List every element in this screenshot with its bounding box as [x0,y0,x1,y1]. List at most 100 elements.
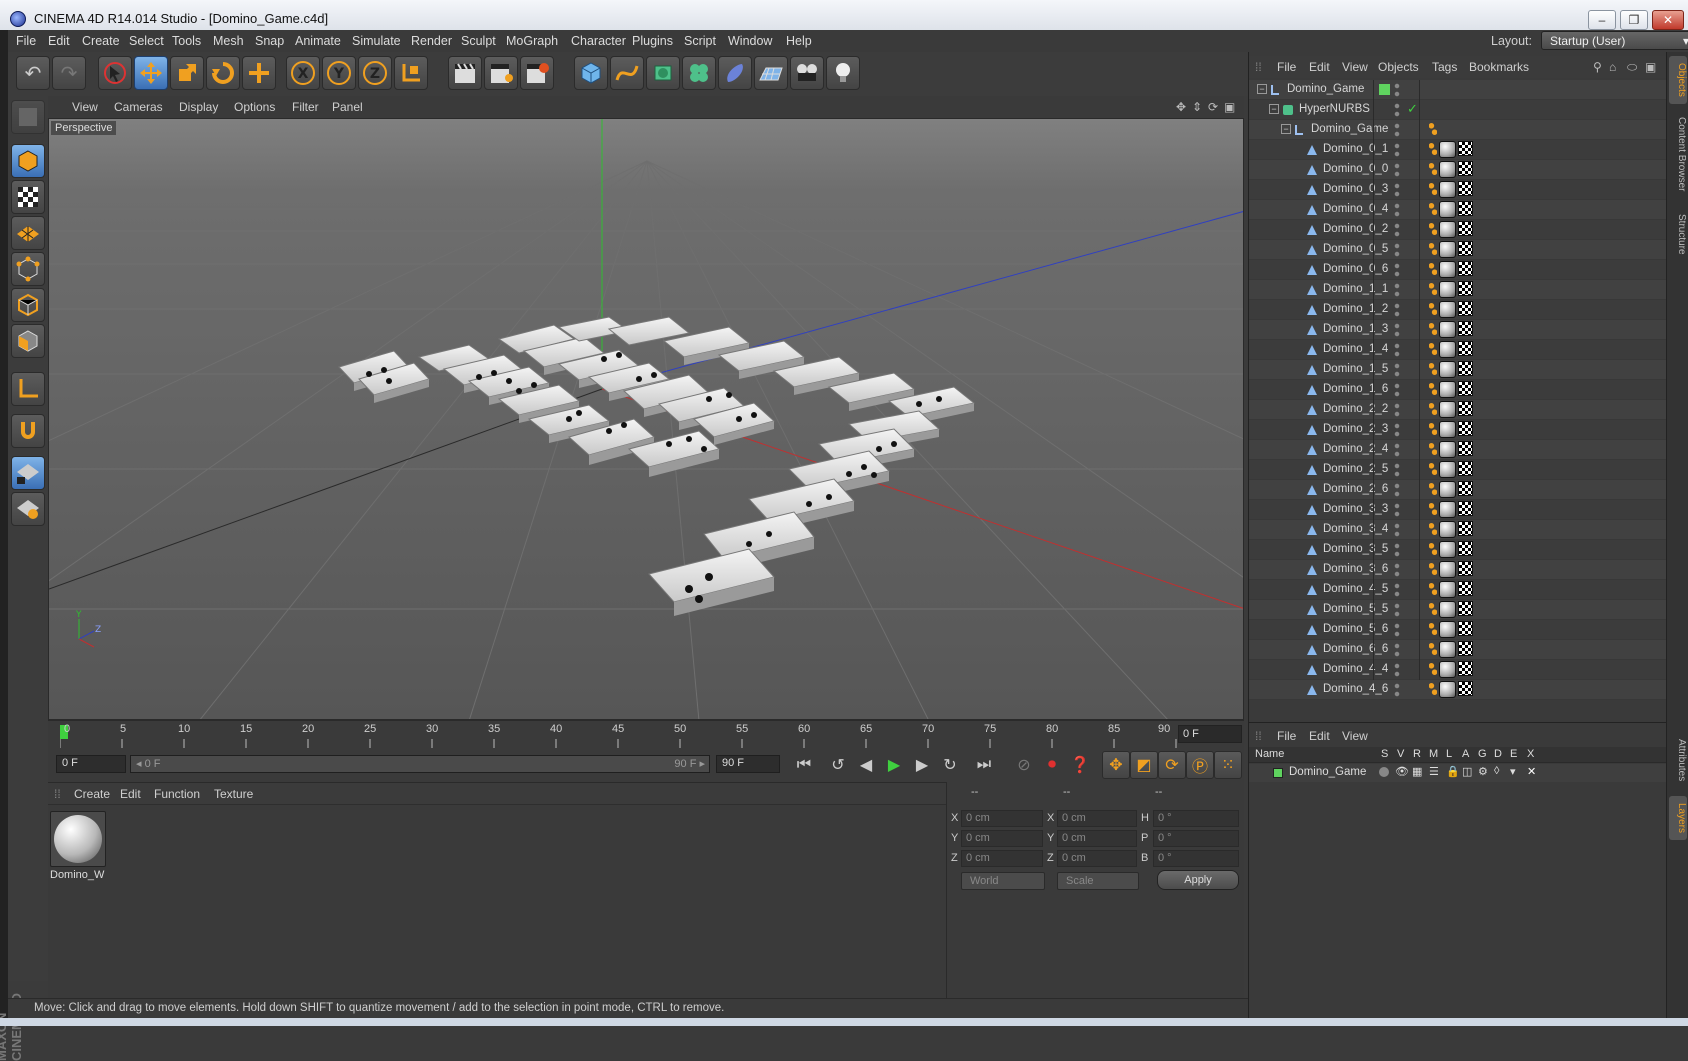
object-name[interactable]: Domino_6_6 [1323,643,1388,655]
material-tag-icon[interactable] [1439,621,1456,638]
object-name[interactable]: Domino_2_4 [1323,443,1388,455]
material-tag-icon[interactable] [1439,261,1456,278]
object-row[interactable]: Domino_4_4 [1249,660,1667,680]
object-row[interactable]: Domino_2_6 [1249,480,1667,500]
material-menu-edit[interactable]: Edit [120,787,141,801]
phong-tag-icon[interactable] [1429,681,1437,697]
material-tag-icon[interactable] [1439,441,1456,458]
tab-content-browser[interactable]: Content Browser [1669,108,1687,200]
move-tool-button[interactable] [134,56,168,90]
phong-tag-icon[interactable] [1429,641,1437,657]
layer-col-e[interactable]: E [1510,748,1517,760]
menu-window[interactable]: Window [728,34,772,48]
uvw-tag-icon[interactable] [1458,641,1473,656]
visibility-dots-icon[interactable] [1393,122,1401,138]
add-tool-button[interactable] [242,56,276,90]
object-row[interactable]: Domino_3_6 [1249,560,1667,580]
phong-tag-icon[interactable] [1429,621,1437,637]
material-thumbnail[interactable] [50,811,106,867]
viewport-scene[interactable]: Y Z [49,119,1244,720]
spline-button[interactable] [610,56,644,90]
material-tag-icon[interactable] [1439,381,1456,398]
visibility-dots-icon[interactable] [1393,462,1401,478]
visibility-dots-icon[interactable] [1393,382,1401,398]
object-row[interactable]: Domino_1_1 [1249,280,1667,300]
material-tag-icon[interactable] [1439,601,1456,618]
object-row[interactable]: Domino_1_6 [1249,380,1667,400]
column-separator[interactable] [1419,80,1420,680]
x-axis-lock-button[interactable]: X [286,56,320,90]
material-tag-icon[interactable] [1439,401,1456,418]
object-row[interactable]: Domino_0_1 [1249,140,1667,160]
object-row[interactable]: Domino_3_5 [1249,540,1667,560]
workplane-lock-button[interactable] [11,456,45,490]
object-row[interactable]: Domino_0_0 [1249,160,1667,180]
object-name[interactable]: Domino_0_4 [1323,203,1388,215]
start-frame-field[interactable]: 0 F [56,755,126,773]
material-menu-function[interactable]: Function [154,787,200,801]
layer-color-swatch[interactable] [1379,84,1390,95]
size-x-field[interactable]: 0 cm [1057,810,1137,827]
frame-range-slider[interactable]: ◂ 0 F 90 F ▸ [130,755,710,773]
grip-icon[interactable]: ⁞⁞ [54,787,61,801]
object-name[interactable]: Domino_0_1 [1323,143,1388,155]
object-row[interactable]: − Domino_Game [1249,120,1667,140]
visibility-dots-icon[interactable] [1393,642,1401,658]
layer-col-r[interactable]: R [1413,748,1421,760]
uvw-tag-icon[interactable] [1458,321,1473,336]
layer-col-l[interactable]: L [1446,748,1452,760]
layer-animation-icon[interactable]: ◫ [1462,765,1472,778]
position-y-field[interactable]: 0 cm [961,830,1043,847]
tab-structure[interactable]: Structure [1669,204,1687,264]
apply-button[interactable]: Apply [1157,870,1239,890]
uvw-tag-icon[interactable] [1458,141,1473,156]
tab-attributes[interactable]: Attributes [1669,728,1687,792]
position-x-field[interactable]: 0 cm [961,810,1043,827]
object-row[interactable]: Domino_1_4 [1249,340,1667,360]
redo-button[interactable]: ↷ [52,56,86,90]
scale-tool-button[interactable] [170,56,204,90]
coord-mode-dropdown[interactable]: Scale [1057,872,1139,890]
uvw-tag-icon[interactable] [1458,541,1473,556]
phong-tag-icon[interactable] [1429,441,1437,457]
visibility-dots-icon[interactable] [1393,402,1401,418]
material-tag-icon[interactable] [1439,201,1456,218]
material-tag-icon[interactable] [1439,661,1456,678]
maximize-button[interactable]: ❐ [1620,10,1648,30]
uvw-tag-icon[interactable] [1458,581,1473,596]
new-view-icon[interactable]: ⬭ [1627,60,1637,75]
object-name[interactable]: Domino_0_0 [1323,163,1388,175]
object-name[interactable]: Domino_Game [1311,123,1388,135]
floor-button[interactable] [754,56,788,90]
object-menu-file[interactable]: File [1277,60,1296,74]
end-frame-field[interactable]: 90 F [716,755,780,773]
edges-mode-button[interactable] [11,288,45,322]
points-mode-button[interactable] [11,252,45,286]
object-name[interactable]: Domino_0_3 [1323,183,1388,195]
layer-expressions-icon[interactable]: ▾ [1510,765,1516,778]
next-frame-button[interactable]: ▶ [908,751,936,779]
object-row[interactable]: Domino_4_5 [1249,580,1667,600]
deformer-button[interactable] [718,56,752,90]
uvw-tag-icon[interactable] [1458,681,1473,696]
object-name[interactable]: Domino_3_5 [1323,543,1388,555]
grip-icon[interactable]: ⁞⁞ [1255,60,1262,74]
visibility-dots-icon[interactable] [1393,602,1401,618]
coord-space-dropdown[interactable]: World [961,872,1045,890]
object-row[interactable]: Domino_5_5 [1249,600,1667,620]
visibility-dots-icon[interactable] [1393,422,1401,438]
make-editable-button[interactable] [11,100,45,134]
object-name[interactable]: Domino_2_3 [1323,423,1388,435]
layer-col-g[interactable]: G [1478,748,1487,760]
object-menu-edit[interactable]: Edit [1309,60,1330,74]
visibility-dots-icon[interactable] [1393,562,1401,578]
menu-tools[interactable]: Tools [172,34,201,48]
layer-col-d[interactable]: D [1494,748,1502,760]
tab-objects[interactable]: Objects [1669,56,1687,104]
object-row[interactable]: Domino_6_6 [1249,640,1667,660]
phong-tag-icon[interactable] [1429,541,1437,557]
menu-mesh[interactable]: Mesh [213,34,244,48]
visibility-dots-icon[interactable] [1393,262,1401,278]
uvw-tag-icon[interactable] [1458,661,1473,676]
visibility-dots-icon[interactable] [1393,342,1401,358]
